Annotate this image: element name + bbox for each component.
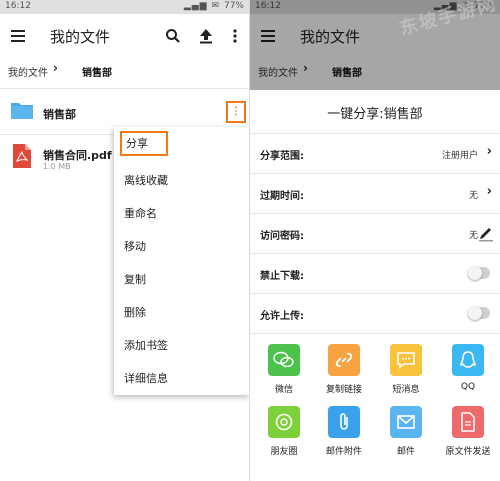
share-scope-row[interactable]: 分享范围: 注册用户 ›	[250, 133, 500, 173]
context-menu: 分享 离线收藏 重命名 移动 复制 删除 添加书签 详细信息	[114, 127, 250, 395]
app-bar: 我的文件	[0, 14, 250, 58]
share-qq[interactable]: QQ	[437, 344, 499, 404]
expire-time-row[interactable]: 过期时间: 无 ›	[250, 173, 500, 213]
access-password-label: 访问密码:	[260, 231, 304, 242]
share-label: 邮件附件	[325, 447, 362, 457]
share-label: 朋友圈	[270, 447, 298, 457]
share-sheet-title: 一键分享:销售部	[327, 107, 423, 122]
expire-time-value: 无	[468, 191, 478, 201]
more-options-icon[interactable]	[225, 26, 245, 46]
signal-icon: ▂▄▆ ✉	[183, 1, 220, 11]
share-mail[interactable]: 邮件	[375, 406, 437, 466]
share-sms[interactable]: 短消息	[375, 344, 437, 404]
status-bar: 16:12 ▂▄▆ ✉ 77%	[0, 0, 250, 14]
menu-item-offline-favorite[interactable]: 离线收藏	[114, 164, 250, 197]
access-password-row[interactable]: 访问密码: 无	[250, 213, 500, 253]
menu-item-details[interactable]: 详细信息	[114, 362, 250, 395]
share-label: 原文件发送	[445, 447, 491, 457]
sms-icon	[390, 344, 422, 376]
allow-upload-toggle[interactable]	[468, 306, 490, 320]
disable-download-toggle[interactable]	[468, 266, 490, 280]
share-original-file[interactable]: 原文件发送	[437, 406, 499, 466]
hamburger-menu-icon[interactable]	[11, 30, 25, 42]
menu-item-rename[interactable]: 重命名	[114, 197, 250, 230]
menu-item-delete[interactable]: 删除	[114, 296, 250, 329]
more-vert-icon: ⋮	[231, 106, 241, 117]
chevron-right-icon: ›	[486, 184, 492, 199]
moments-icon	[268, 406, 300, 438]
breadcrumb: 我的文件 › 销售部	[0, 58, 250, 86]
file-name: 销售部	[43, 108, 76, 121]
breadcrumb-root[interactable]: 我的文件	[8, 64, 48, 79]
folder-menu-button[interactable]: ⋮	[226, 101, 246, 123]
qq-icon	[452, 344, 484, 376]
file-name: 销售合同.pdf	[43, 149, 112, 162]
breadcrumb-current: 销售部	[82, 68, 112, 79]
share-label: QQ	[460, 382, 476, 392]
share-label: 微信	[274, 385, 293, 395]
share-moments[interactable]: 朋友圈	[253, 406, 315, 466]
share-scope-value: 注册用户	[441, 151, 478, 161]
share-label: 短消息	[392, 385, 420, 395]
share-copy-link[interactable]: 复制链接	[313, 344, 375, 404]
share-mail-attachment[interactable]: 邮件附件	[313, 406, 375, 466]
disable-download-label: 禁止下载:	[260, 271, 304, 282]
share-scope-label: 分享范围:	[260, 151, 304, 162]
attachment-icon	[328, 406, 360, 438]
menu-item-add-bookmark[interactable]: 添加书签	[114, 329, 250, 362]
allow-upload-label: 允许上传:	[260, 311, 304, 322]
pdf-file-icon	[13, 144, 31, 168]
mail-icon	[390, 406, 422, 438]
status-time: 16:12	[5, 1, 31, 11]
file-size: 1.0 MB	[43, 162, 71, 171]
link-icon	[328, 344, 360, 376]
wechat-icon	[268, 344, 300, 376]
menu-item-share[interactable]: 分享	[120, 131, 168, 156]
menu-item-move[interactable]: 移动	[114, 230, 250, 263]
file-browser-panel: 16:12 ▂▄▆ ✉ 77% 我的文件 我的文件 › 销售部 销售部 销售合同…	[0, 0, 250, 481]
expire-time-label: 过期时间:	[260, 191, 304, 202]
battery-level: 77%	[223, 1, 244, 11]
access-password-value: 无	[468, 231, 478, 241]
menu-item-copy[interactable]: 复制	[114, 263, 250, 296]
share-label: 邮件	[396, 447, 415, 457]
disable-download-row: 禁止下载:	[250, 253, 500, 293]
page-title: 我的文件	[50, 28, 111, 46]
chevron-right-icon: ›	[53, 61, 58, 75]
search-icon[interactable]	[163, 26, 183, 46]
share-label: 复制链接	[325, 385, 362, 395]
edit-pencil-icon[interactable]	[478, 224, 494, 242]
folder-icon	[11, 103, 33, 119]
file-send-icon	[452, 406, 484, 438]
share-panel: 16:12 ▂▄▆ ✉ 77% 我的文件 我的文件 › 销售部 东坡手游网 一键…	[250, 0, 500, 481]
share-wechat[interactable]: 微信	[253, 344, 315, 404]
chevron-right-icon: ›	[486, 144, 492, 159]
upload-icon[interactable]	[196, 26, 216, 46]
share-sheet: 一键分享:销售部 分享范围: 注册用户 › 过期时间: 无 › 访问密码: 无 …	[250, 90, 500, 481]
allow-upload-row: 允许上传:	[250, 293, 500, 333]
